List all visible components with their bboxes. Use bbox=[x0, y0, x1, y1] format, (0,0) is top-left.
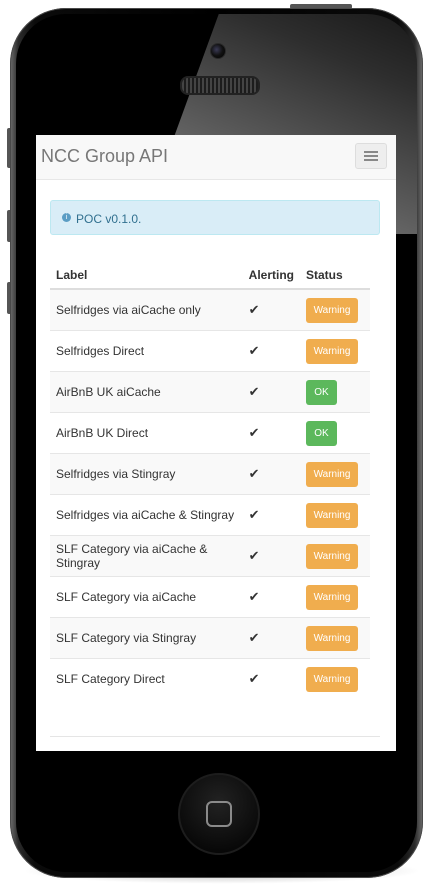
row-label: Selfridges via aiCache & Stingray bbox=[50, 494, 243, 536]
row-label: Selfridges via Stingray bbox=[50, 453, 243, 495]
checkmark-icon: ✔ bbox=[248, 425, 260, 440]
table-row: SLF Category via Stingray ✔ Warning bbox=[50, 617, 370, 659]
hamburger-icon-bar bbox=[364, 151, 378, 153]
hamburger-icon-bar bbox=[364, 159, 378, 161]
table-row: Selfridges Direct ✔ Warning bbox=[50, 330, 370, 372]
checkmark-icon: ✔ bbox=[248, 671, 260, 686]
table-row: AirBnB UK aiCache ✔ OK bbox=[50, 371, 370, 413]
checkmark-icon: ✔ bbox=[248, 589, 260, 604]
status-badge: Warning bbox=[306, 625, 358, 651]
checkmark-icon: ✔ bbox=[248, 343, 260, 358]
row-label: SLF Category via Stingray bbox=[50, 617, 243, 659]
row-label: SLF Category via aiCache & Stingray bbox=[50, 535, 243, 577]
status-badge: Warning bbox=[306, 584, 358, 610]
checkmark-icon: ✔ bbox=[248, 466, 260, 481]
header-alerting: Alerting bbox=[242, 262, 300, 290]
row-alerting: ✔ bbox=[242, 453, 300, 495]
row-alerting: ✔ bbox=[242, 576, 300, 618]
home-button[interactable] bbox=[178, 773, 260, 855]
hamburger-icon-bar bbox=[364, 155, 378, 157]
row-status: OK bbox=[300, 371, 370, 413]
row-status: Warning bbox=[300, 535, 370, 577]
checkmark-icon: ✔ bbox=[248, 302, 260, 317]
status-badge: OK bbox=[306, 420, 337, 446]
table-row: SLF Category via aiCache & Stingray ✔ Warn… bbox=[50, 535, 370, 577]
row-status: Warning bbox=[300, 288, 370, 331]
app-screen: NCC Group API i POC v0.1.0. Label Alerti… bbox=[36, 135, 396, 751]
checkmark-icon: ✔ bbox=[248, 507, 260, 522]
row-status: Warning bbox=[300, 617, 370, 659]
front-camera bbox=[210, 43, 226, 59]
table-row: SLF Category Direct ✔ Warning bbox=[50, 658, 370, 699]
row-status: Warning bbox=[300, 453, 370, 495]
navbar-brand[interactable]: NCC Group API bbox=[41, 146, 168, 167]
row-status: OK bbox=[300, 412, 370, 454]
header-label: Label bbox=[50, 262, 243, 290]
row-label: Selfridges via aiCache only bbox=[50, 288, 243, 331]
table-row: SLF Category via aiCache ✔ Warning bbox=[50, 576, 370, 618]
info-alert: i POC v0.1.0. bbox=[50, 200, 380, 235]
info-icon: i bbox=[62, 213, 71, 222]
home-square-icon bbox=[206, 801, 232, 827]
checkmark-icon: ✔ bbox=[248, 630, 260, 645]
status-table: Label Alerting Status Selfridges via aiC… bbox=[50, 262, 370, 699]
table-row: Selfridges via Stingray ✔ Warning bbox=[50, 453, 370, 495]
row-label: AirBnB UK Direct bbox=[50, 412, 243, 454]
row-status: Warning bbox=[300, 494, 370, 536]
table-row: Selfridges via aiCache only ✔ Warning bbox=[50, 288, 370, 331]
alert-text: POC v0.1.0. bbox=[76, 212, 142, 226]
row-alerting: ✔ bbox=[242, 658, 300, 699]
row-alerting: ✔ bbox=[242, 535, 300, 577]
earpiece-speaker bbox=[180, 76, 260, 95]
checkmark-icon: ✔ bbox=[248, 384, 260, 399]
row-alerting: ✔ bbox=[242, 412, 300, 454]
footer-divider bbox=[50, 736, 380, 737]
table-row: AirBnB UK Direct ✔ OK bbox=[50, 412, 370, 454]
table-row: Selfridges via aiCache & Stingray ✔ Warnin… bbox=[50, 494, 370, 536]
status-badge: Warning bbox=[306, 543, 358, 569]
row-alerting: ✔ bbox=[242, 330, 300, 372]
row-label: SLF Category Direct bbox=[50, 658, 243, 699]
checkmark-icon: ✔ bbox=[248, 548, 260, 563]
row-label: Selfridges Direct bbox=[50, 330, 243, 372]
row-alerting: ✔ bbox=[242, 288, 300, 331]
row-alerting: ✔ bbox=[242, 617, 300, 659]
status-badge: Warning bbox=[306, 666, 358, 692]
header-status: Status bbox=[300, 262, 370, 290]
row-alerting: ✔ bbox=[242, 494, 300, 536]
row-status: Warning bbox=[300, 576, 370, 618]
row-label: SLF Category via aiCache bbox=[50, 576, 243, 618]
status-badge: Warning bbox=[306, 461, 358, 487]
row-alerting: ✔ bbox=[242, 371, 300, 413]
row-status: Warning bbox=[300, 658, 370, 699]
status-badge: Warning bbox=[306, 502, 358, 528]
row-status: Warning bbox=[300, 330, 370, 372]
row-label: AirBnB UK aiCache bbox=[50, 371, 243, 413]
status-badge: OK bbox=[306, 379, 337, 405]
table-header-row: Label Alerting Status bbox=[50, 262, 370, 290]
status-badge: Warning bbox=[306, 297, 358, 323]
status-badge: Warning bbox=[306, 338, 358, 364]
hamburger-menu-button[interactable] bbox=[355, 143, 387, 169]
navbar: NCC Group API bbox=[36, 135, 396, 180]
